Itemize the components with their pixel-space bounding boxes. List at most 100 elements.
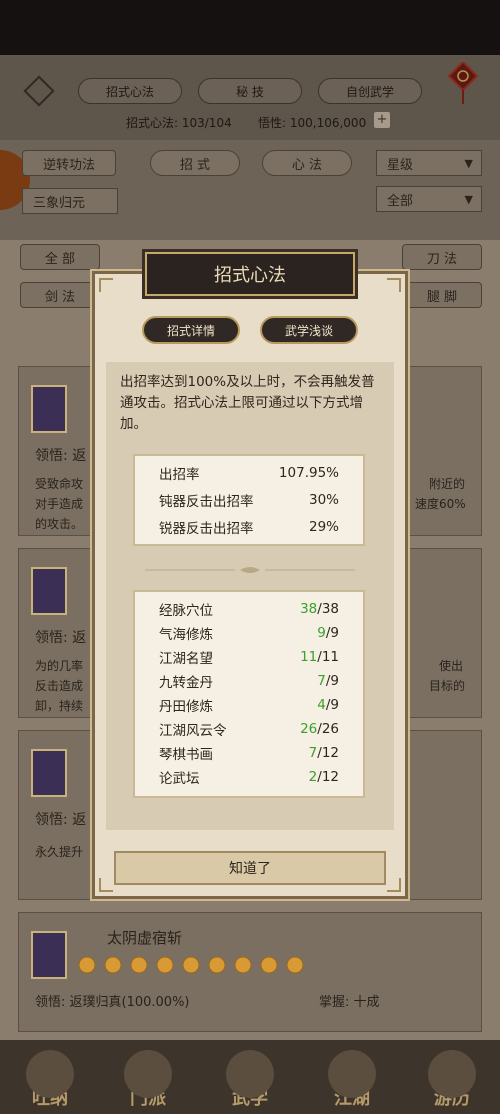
filter-jian[interactable]: 剑 法 xyxy=(20,282,100,308)
source-max: /12 xyxy=(317,769,339,785)
rate-box: 出招率 107.95% 钝器反击出招率 30% 锐器反击出招率 29% xyxy=(133,454,365,546)
ok-button[interactable]: 知道了 xyxy=(114,851,386,885)
source-row: 丹田修炼 4/9 xyxy=(159,694,339,716)
realize-label: 领悟: 返 xyxy=(35,630,87,646)
card-text: 为的几率 xyxy=(35,659,84,673)
card-text: 受致命攻 xyxy=(35,477,84,491)
sanxiang-button[interactable]: 三象归元 xyxy=(22,188,118,214)
chevron-down-icon: ▼ xyxy=(464,157,473,170)
corner-ornament xyxy=(387,278,401,292)
nav-tuna[interactable]: 吐纳 xyxy=(10,1046,90,1110)
xinfa-filter[interactable]: 心 法 xyxy=(262,150,352,176)
wuxing-count: 悟性: 100,106,000 xyxy=(258,116,367,130)
star-rating xyxy=(78,956,304,974)
source-max: /12 xyxy=(317,745,339,761)
skill-name: 太阴虚宿斩 xyxy=(107,929,183,947)
rate-value: 107.95% xyxy=(278,465,339,481)
chinese-knot-icon[interactable] xyxy=(445,62,481,106)
reverse-button[interactable]: 逆转功法 xyxy=(22,150,116,176)
source-label: 经脉穴位 xyxy=(159,603,213,619)
realize-label: 领悟: 返 xyxy=(35,448,87,464)
source-max: /11 xyxy=(317,649,339,665)
filter-all[interactable]: 全 部 xyxy=(20,244,100,270)
filter-tui[interactable]: 腿 脚 xyxy=(402,282,482,308)
realize-label: 领悟: 返璞归真(100.00%) xyxy=(35,995,190,1010)
skill-icon xyxy=(31,931,67,979)
skill-icon xyxy=(31,567,67,615)
source-row: 经脉穴位 38/38 xyxy=(159,598,339,620)
source-max: /38 xyxy=(317,601,339,617)
source-max: /9 xyxy=(325,697,339,713)
xinfa-count: 招式心法: 103/104 xyxy=(126,116,232,130)
wuxue-icon xyxy=(226,1050,274,1098)
source-label: 论武坛 xyxy=(159,771,200,787)
skill-icon xyxy=(31,749,67,797)
rate-value: 29% xyxy=(308,519,339,535)
nav-wuxue[interactable]: 武学 xyxy=(210,1046,290,1110)
rate-label: 锐器反击出招率 xyxy=(159,521,254,537)
source-row: 江湖风云令 26/26 xyxy=(159,718,339,740)
tab-martial-talk[interactable]: 武学浅谈 xyxy=(260,316,358,344)
skill-card[interactable]: 太阴虚宿斩 领悟: 返璞归真(100.00%) 掌握: 十成 xyxy=(18,912,482,1032)
card-text: 反击造成 xyxy=(35,679,84,693)
source-label: 江湖风云令 xyxy=(159,723,227,739)
rate-row: 出招率 107.95% xyxy=(159,462,339,484)
zhaoshi-filter[interactable]: 招 式 xyxy=(150,150,240,176)
source-current: 26 xyxy=(300,721,318,737)
source-current: 11 xyxy=(300,649,318,665)
rate-label: 钝器反击出招率 xyxy=(159,494,254,510)
star-sort-select[interactable]: 星级 ▼ xyxy=(376,150,482,176)
source-current: 7 xyxy=(317,673,326,689)
card-text: 对手造成 xyxy=(35,497,84,511)
status-bar xyxy=(0,0,500,55)
source-current: 7 xyxy=(308,745,318,761)
source-current: 9 xyxy=(317,625,326,641)
skill-icon xyxy=(31,385,67,433)
nav-menpai[interactable]: 门派 xyxy=(108,1046,188,1110)
card-text: 目标的 xyxy=(429,679,466,693)
source-row: 论武坛 2/12 xyxy=(159,766,339,788)
rate-value: 30% xyxy=(308,492,339,508)
tab-skill-detail[interactable]: 招式详情 xyxy=(142,316,240,344)
source-row: 气海修炼 9/9 xyxy=(159,622,339,644)
corner-ornament xyxy=(387,878,401,892)
nav-jianghu[interactable]: 江湖 xyxy=(312,1046,392,1110)
source-current: 38 xyxy=(300,601,318,617)
card-text: 永久提升 xyxy=(35,845,84,859)
nav-youli[interactable]: 游历 xyxy=(412,1046,492,1110)
all-select[interactable]: 全部 ▼ xyxy=(376,186,482,212)
rate-label: 出招率 xyxy=(159,467,200,483)
source-max: /9 xyxy=(325,625,339,641)
card-text: 使出 xyxy=(439,659,464,673)
rate-row: 钝器反击出招率 30% xyxy=(159,489,339,511)
source-label: 琴棋书画 xyxy=(159,747,213,763)
source-label: 丹田修炼 xyxy=(159,699,213,715)
all-select-label: 全部 xyxy=(387,193,414,209)
source-value: 7/12 xyxy=(309,745,339,761)
source-value: 11/11 xyxy=(300,649,339,665)
card-text: 的攻击。 xyxy=(35,517,84,531)
add-button[interactable]: + xyxy=(374,112,390,128)
tab-zichuang[interactable]: 自创武学 xyxy=(318,78,422,104)
card-text: 速度60% xyxy=(415,497,466,511)
realize-label: 领悟: 返 xyxy=(35,812,87,828)
corner-ornament xyxy=(99,878,113,892)
source-value: 38/38 xyxy=(300,601,339,617)
source-label: 气海修炼 xyxy=(159,627,213,643)
source-row: 江湖名望 11/11 xyxy=(159,646,339,668)
tab-zhaoshi-xinfa[interactable]: 招式心法 xyxy=(78,78,182,104)
rate-row: 锐器反击出招率 29% xyxy=(159,516,339,538)
star-sort-label: 星级 xyxy=(387,157,414,173)
filter-dao[interactable]: 刀 法 xyxy=(402,244,482,270)
chevron-down-icon: ▼ xyxy=(464,193,473,206)
jianghu-icon xyxy=(328,1050,376,1098)
source-value: 7/9 xyxy=(317,673,339,689)
youli-icon xyxy=(428,1050,476,1098)
source-max: /9 xyxy=(325,673,339,689)
source-current: 4 xyxy=(317,697,326,713)
tab-miji[interactable]: 秘 技 xyxy=(198,78,302,104)
source-label: 九转金丹 xyxy=(159,675,213,691)
source-box: 经脉穴位 38/38 气海修炼 9/9 江湖名望 11/11 九转金丹 7/9 丹田修炼… xyxy=(133,590,365,798)
tuna-icon xyxy=(26,1050,74,1098)
source-value: 9/9 xyxy=(317,625,339,641)
